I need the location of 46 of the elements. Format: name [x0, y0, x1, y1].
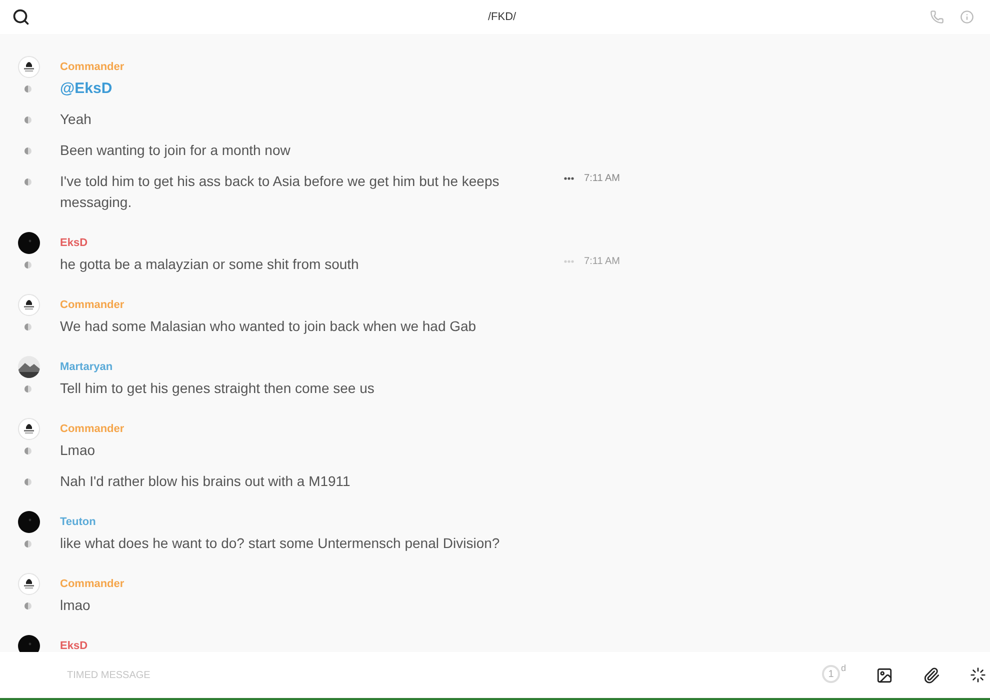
read-status-icon [24, 385, 32, 393]
read-status-icon [24, 85, 32, 93]
message-text: Lmao [60, 441, 96, 460]
read-status-icon [24, 323, 32, 331]
avatar-icon [18, 418, 40, 440]
message-text: Tell him to get his genes straight then come see us [60, 379, 374, 398]
read-status-icon [24, 147, 32, 155]
message-time: 7:11 AM [584, 255, 620, 269]
message-text: lmao [60, 596, 90, 615]
more-options-icon[interactable] [564, 177, 574, 180]
author-name: Commander [60, 298, 124, 313]
message-text: he gotta be a malayzian or some shit from south [60, 255, 359, 274]
message-input[interactable]: TIMED MESSAGE [67, 668, 667, 682]
message-text: Been wanting to join for a month now [60, 141, 290, 160]
read-status-icon [24, 478, 32, 486]
author-name: EksD [60, 638, 88, 652]
read-status-icon [24, 540, 32, 548]
author-name: Commander [60, 60, 124, 75]
attach-icon[interactable] [923, 666, 940, 684]
read-status-icon [24, 178, 32, 186]
author-name: Teuton [60, 514, 96, 530]
read-status-icon [24, 116, 32, 124]
author-name: Commander [60, 422, 124, 437]
message-text: I've told him to get his ass back to Asia before we get him but he keeps messaging. [60, 172, 500, 212]
search-icon[interactable] [12, 8, 30, 26]
author-name: EksD [60, 236, 88, 251]
avatar-icon [18, 573, 40, 595]
read-status-icon [24, 447, 32, 455]
read-status-icon [24, 261, 32, 269]
author-name: Martaryan [60, 360, 113, 375]
read-status-icon [24, 602, 32, 610]
message-text: Yeah [60, 110, 92, 129]
avatar-icon [18, 294, 40, 316]
message-text: Nah I'd rather blow his brains out with a M1911 [60, 472, 350, 491]
avatar-icon [18, 232, 40, 254]
message-time: 7:11 AM [584, 172, 620, 186]
mention-link[interactable]: @EksD [60, 78, 112, 99]
loading-icon[interactable] [970, 667, 986, 683]
avatar-icon [18, 635, 40, 652]
avatar-icon [18, 511, 40, 533]
chat-title: /FKD/ [488, 10, 516, 25]
avatar-icon [18, 56, 40, 78]
image-icon[interactable] [876, 666, 893, 684]
message-text: like what does he want to do? start some Untermensch penal Division? [60, 534, 500, 553]
author-name: Commander [60, 576, 124, 592]
message-text: We had some Malasian who wanted to join back when we had Gab [60, 317, 476, 336]
